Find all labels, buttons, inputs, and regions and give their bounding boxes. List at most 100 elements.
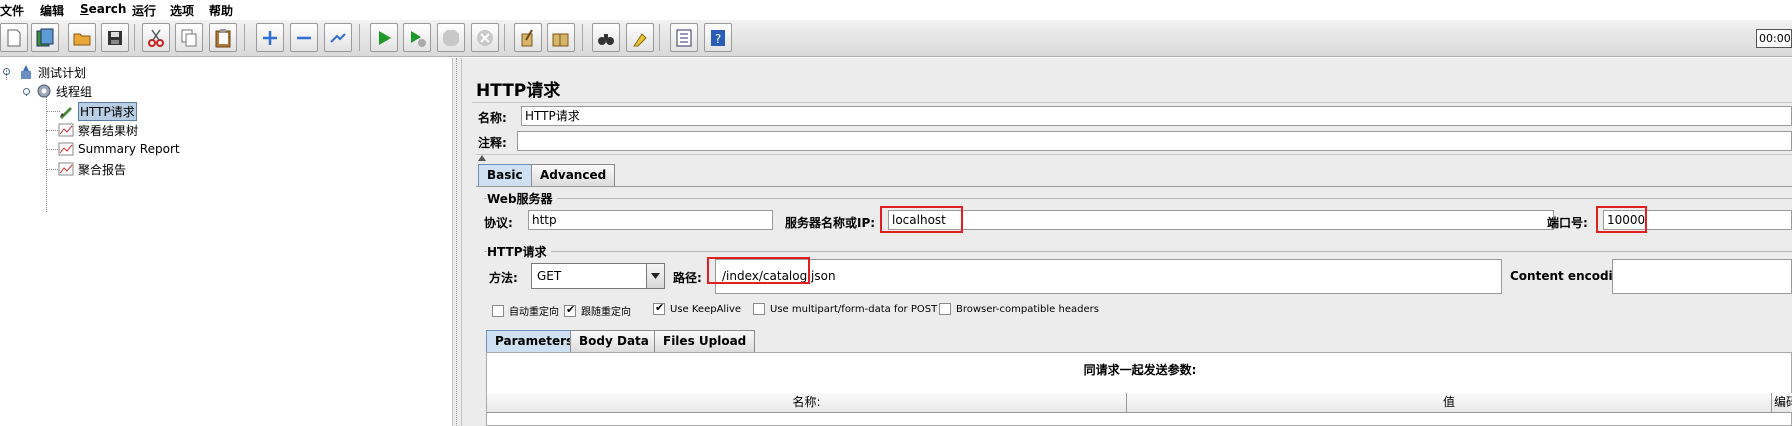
column-header-value[interactable]: 值 bbox=[1127, 393, 1772, 413]
sampler-pen-icon bbox=[60, 107, 72, 119]
tab-body-data[interactable]: Body Data bbox=[570, 330, 658, 352]
test-plan-tree: 测试计划 线程组 HTTP请求 察看结果树 Summary Report 聚合报… bbox=[0, 58, 452, 426]
highlight-path-box bbox=[707, 257, 810, 284]
function-helper-icon bbox=[676, 29, 692, 46]
new-icon bbox=[7, 29, 21, 46]
templates-icon bbox=[36, 28, 54, 46]
auto-redirect-checkbox[interactable]: 自动重定向 bbox=[492, 303, 559, 318]
templates-button[interactable] bbox=[31, 23, 59, 52]
tab-basic[interactable]: Basic bbox=[478, 164, 532, 186]
new-button[interactable] bbox=[0, 23, 28, 52]
collapse-toggle-icon[interactable] bbox=[2, 67, 11, 76]
tree-node-thread-group[interactable]: 线程组 bbox=[36, 82, 92, 100]
split-pane-divider[interactable] bbox=[452, 58, 462, 426]
keepalive-checkbox[interactable]: ✔ Use KeepAlive bbox=[653, 301, 741, 315]
tree-node-summary-report[interactable]: Summary Report bbox=[58, 140, 180, 158]
menu-file[interactable]: 文件 bbox=[0, 2, 24, 19]
column-header-name[interactable]: 名称: bbox=[487, 393, 1127, 413]
tree-node-http-request[interactable]: HTTP请求 bbox=[58, 101, 137, 121]
collapse-button[interactable] bbox=[290, 23, 318, 52]
shutdown-icon bbox=[477, 29, 493, 46]
path-label: 路径: bbox=[673, 271, 702, 285]
method-select[interactable]: GET bbox=[531, 263, 665, 289]
reset-search-button[interactable] bbox=[626, 23, 654, 52]
tree-node-label: HTTP请求 bbox=[78, 101, 137, 121]
search-binoculars-icon bbox=[598, 33, 614, 45]
tree-node-test-plan[interactable]: 测试计划 bbox=[18, 63, 86, 81]
path-field[interactable]: /index/catalog.json bbox=[715, 259, 1502, 294]
protocol-field[interactable]: http bbox=[528, 210, 773, 230]
tree-node-label: Summary Report bbox=[78, 142, 180, 156]
paste-button[interactable] bbox=[209, 23, 237, 52]
menu-options[interactable]: 选项 bbox=[170, 2, 194, 19]
clear-button[interactable] bbox=[514, 23, 542, 52]
search-button[interactable] bbox=[592, 23, 620, 52]
method-value: GET bbox=[537, 269, 562, 283]
start-no-pauses-button[interactable] bbox=[403, 23, 431, 52]
multipart-checkbox[interactable]: Use multipart/form-data for POST bbox=[753, 303, 937, 315]
function-helper-button[interactable] bbox=[670, 23, 698, 52]
checkmark-icon: ✔ bbox=[566, 302, 576, 316]
tree-node-aggregate-report[interactable]: 聚合报告 bbox=[58, 160, 126, 178]
tab-baseline bbox=[476, 186, 1792, 187]
menu-help[interactable]: 帮助 bbox=[209, 2, 233, 19]
open-button[interactable] bbox=[68, 23, 96, 52]
open-folder-icon bbox=[73, 33, 91, 45]
checkbox-box bbox=[753, 303, 765, 315]
tab-advanced[interactable]: Advanced bbox=[531, 164, 616, 186]
follow-redirect-checkbox[interactable]: ✔ 跟随重定向 bbox=[564, 303, 631, 318]
method-dropdown-button[interactable] bbox=[646, 264, 664, 288]
server-name-field[interactable]: localhost bbox=[888, 210, 1554, 230]
stop-button[interactable] bbox=[437, 23, 465, 52]
checkbox-label: 自动重定向 bbox=[509, 307, 559, 318]
port-label: 端口号: bbox=[1547, 216, 1588, 230]
toggle-icon bbox=[330, 32, 346, 43]
help-button[interactable]: ? bbox=[704, 23, 732, 52]
column-header-encode[interactable]: 编码 bbox=[1772, 393, 1792, 413]
toolbar-separator bbox=[582, 24, 583, 51]
tree-node-results-tree[interactable]: 察看结果树 bbox=[58, 121, 138, 139]
tab-files-upload[interactable]: Files Upload bbox=[654, 330, 756, 352]
chevron-down-icon bbox=[651, 273, 660, 279]
comment-field[interactable] bbox=[517, 131, 1792, 151]
checkbox-label: Use multipart/form-data for POST bbox=[770, 303, 938, 315]
browser-headers-checkbox[interactable]: Browser-compatible headers bbox=[939, 303, 1099, 315]
copy-button[interactable] bbox=[175, 23, 203, 52]
menu-search[interactable]: Search bbox=[80, 2, 126, 16]
tree-connector bbox=[46, 96, 47, 212]
save-button[interactable] bbox=[101, 23, 129, 52]
toolbar-separator bbox=[359, 24, 360, 51]
collapse-toggle-icon[interactable] bbox=[22, 87, 31, 96]
start-no-pauses-icon bbox=[411, 30, 426, 47]
collapse-minus-icon bbox=[297, 36, 311, 39]
server-name-label: 服务器名称或IP: bbox=[785, 216, 876, 230]
svg-text:?: ? bbox=[715, 32, 721, 46]
name-label: 名称: bbox=[478, 111, 507, 125]
tab-parameters[interactable]: Parameters bbox=[486, 330, 583, 352]
start-play-icon bbox=[379, 30, 391, 45]
clear-all-broom-icon bbox=[552, 33, 569, 46]
name-field[interactable]: HTTP请求 bbox=[521, 106, 1792, 126]
content-encoding-field[interactable] bbox=[1612, 259, 1792, 294]
toolbar-separator bbox=[244, 24, 245, 51]
toolbar: ? 00:00:0 bbox=[0, 20, 1792, 57]
cut-button[interactable] bbox=[142, 23, 170, 52]
menu-run[interactable]: 运行 bbox=[132, 2, 156, 19]
expand-button[interactable] bbox=[256, 23, 284, 52]
checkbox-box: ✔ bbox=[564, 302, 576, 317]
collapse-arrow-icon[interactable] bbox=[478, 155, 486, 161]
shutdown-button[interactable] bbox=[471, 23, 499, 52]
elapsed-timer: 00:00:0 bbox=[1756, 29, 1792, 48]
clear-all-button[interactable] bbox=[547, 23, 575, 52]
reset-search-icon bbox=[633, 32, 647, 46]
expand-plus-icon bbox=[263, 30, 277, 45]
menu-edit[interactable]: 编辑 bbox=[40, 2, 64, 19]
listener-graph-icon bbox=[58, 162, 74, 176]
clear-broom-icon bbox=[521, 28, 533, 46]
checkbox-label: 跟随重定向 bbox=[581, 307, 631, 318]
test-plan-icon bbox=[21, 65, 31, 79]
protocol-label: 协议: bbox=[484, 216, 513, 230]
toggle-button[interactable] bbox=[324, 23, 352, 52]
start-button[interactable] bbox=[370, 23, 398, 52]
stop-icon bbox=[443, 29, 459, 46]
